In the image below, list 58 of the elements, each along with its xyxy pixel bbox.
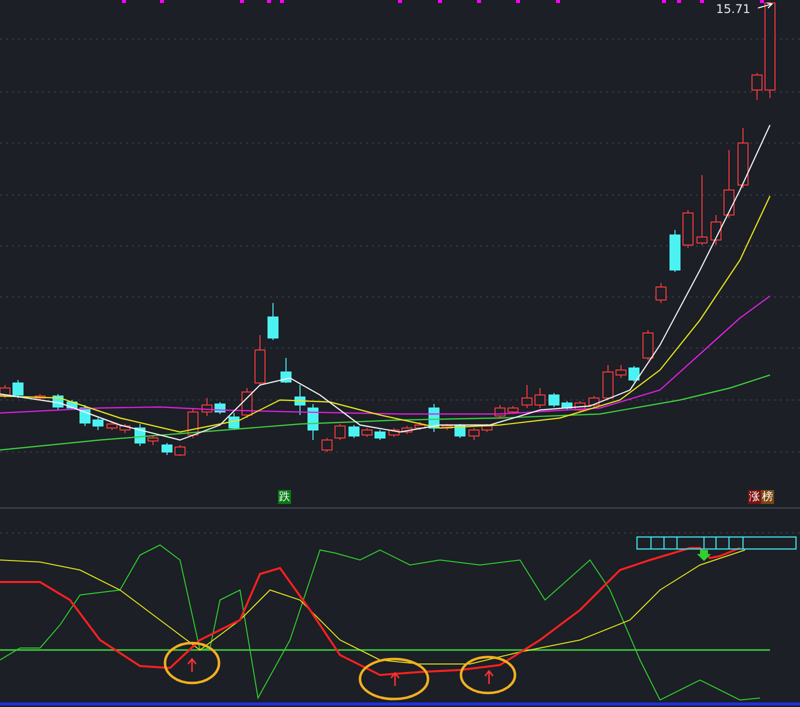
up-arrow-icon (187, 658, 197, 673)
candlestick (682, 210, 694, 248)
candlestick (280, 358, 292, 384)
candlestick (148, 436, 158, 446)
candlestick (534, 388, 546, 408)
candlestick (34, 394, 46, 400)
candlestick (334, 424, 346, 440)
candlestick (294, 384, 306, 416)
candlestick (454, 424, 466, 438)
candlestick (468, 428, 480, 440)
ranking-badge: 涨 (748, 490, 761, 504)
candlestick (202, 398, 212, 416)
candlestick (228, 412, 240, 430)
candlestick (402, 426, 412, 434)
candlestick (322, 438, 332, 452)
candlestick (214, 402, 226, 414)
candlestick (374, 430, 386, 440)
candlestick (752, 72, 762, 100)
down-arrow-icon (697, 550, 711, 561)
candlestick (388, 428, 400, 438)
ranking-badge: 榜 (761, 490, 774, 504)
price-pointer-icon (758, 2, 774, 8)
candlestick (602, 364, 614, 400)
candlestick (428, 404, 440, 432)
candlestick (254, 334, 266, 386)
candlestick (162, 442, 172, 456)
candlestick (120, 424, 130, 434)
candlestick (656, 282, 666, 304)
candlestick (494, 404, 506, 418)
candlestick (588, 396, 600, 408)
candlestick (12, 380, 24, 398)
candlestick (616, 364, 626, 378)
candlestick (670, 230, 680, 272)
up-arrow-icon (484, 670, 494, 685)
candlestick (696, 174, 708, 246)
candlestick (106, 422, 118, 430)
candlestick (562, 400, 572, 410)
candlestick (134, 424, 146, 446)
candlestick (362, 428, 372, 438)
candlestick (482, 424, 492, 432)
candlestick (268, 302, 278, 340)
candlestick (92, 418, 104, 430)
candlestick (724, 150, 734, 218)
candlestick (738, 128, 748, 188)
candlestick (522, 384, 532, 408)
candlestick (642, 330, 654, 360)
price-label: 15.71 (716, 2, 750, 16)
candlestick (308, 404, 318, 440)
candlestick (174, 444, 186, 456)
candlestick (414, 422, 426, 430)
candlestick (710, 214, 722, 246)
signal-badge: 跌 (278, 490, 291, 504)
candlestick (508, 406, 518, 414)
candlestick (348, 424, 360, 438)
candlestick (548, 392, 560, 408)
candlestick (628, 366, 640, 382)
up-arrow-icon (390, 672, 400, 687)
candlestick (442, 424, 452, 430)
